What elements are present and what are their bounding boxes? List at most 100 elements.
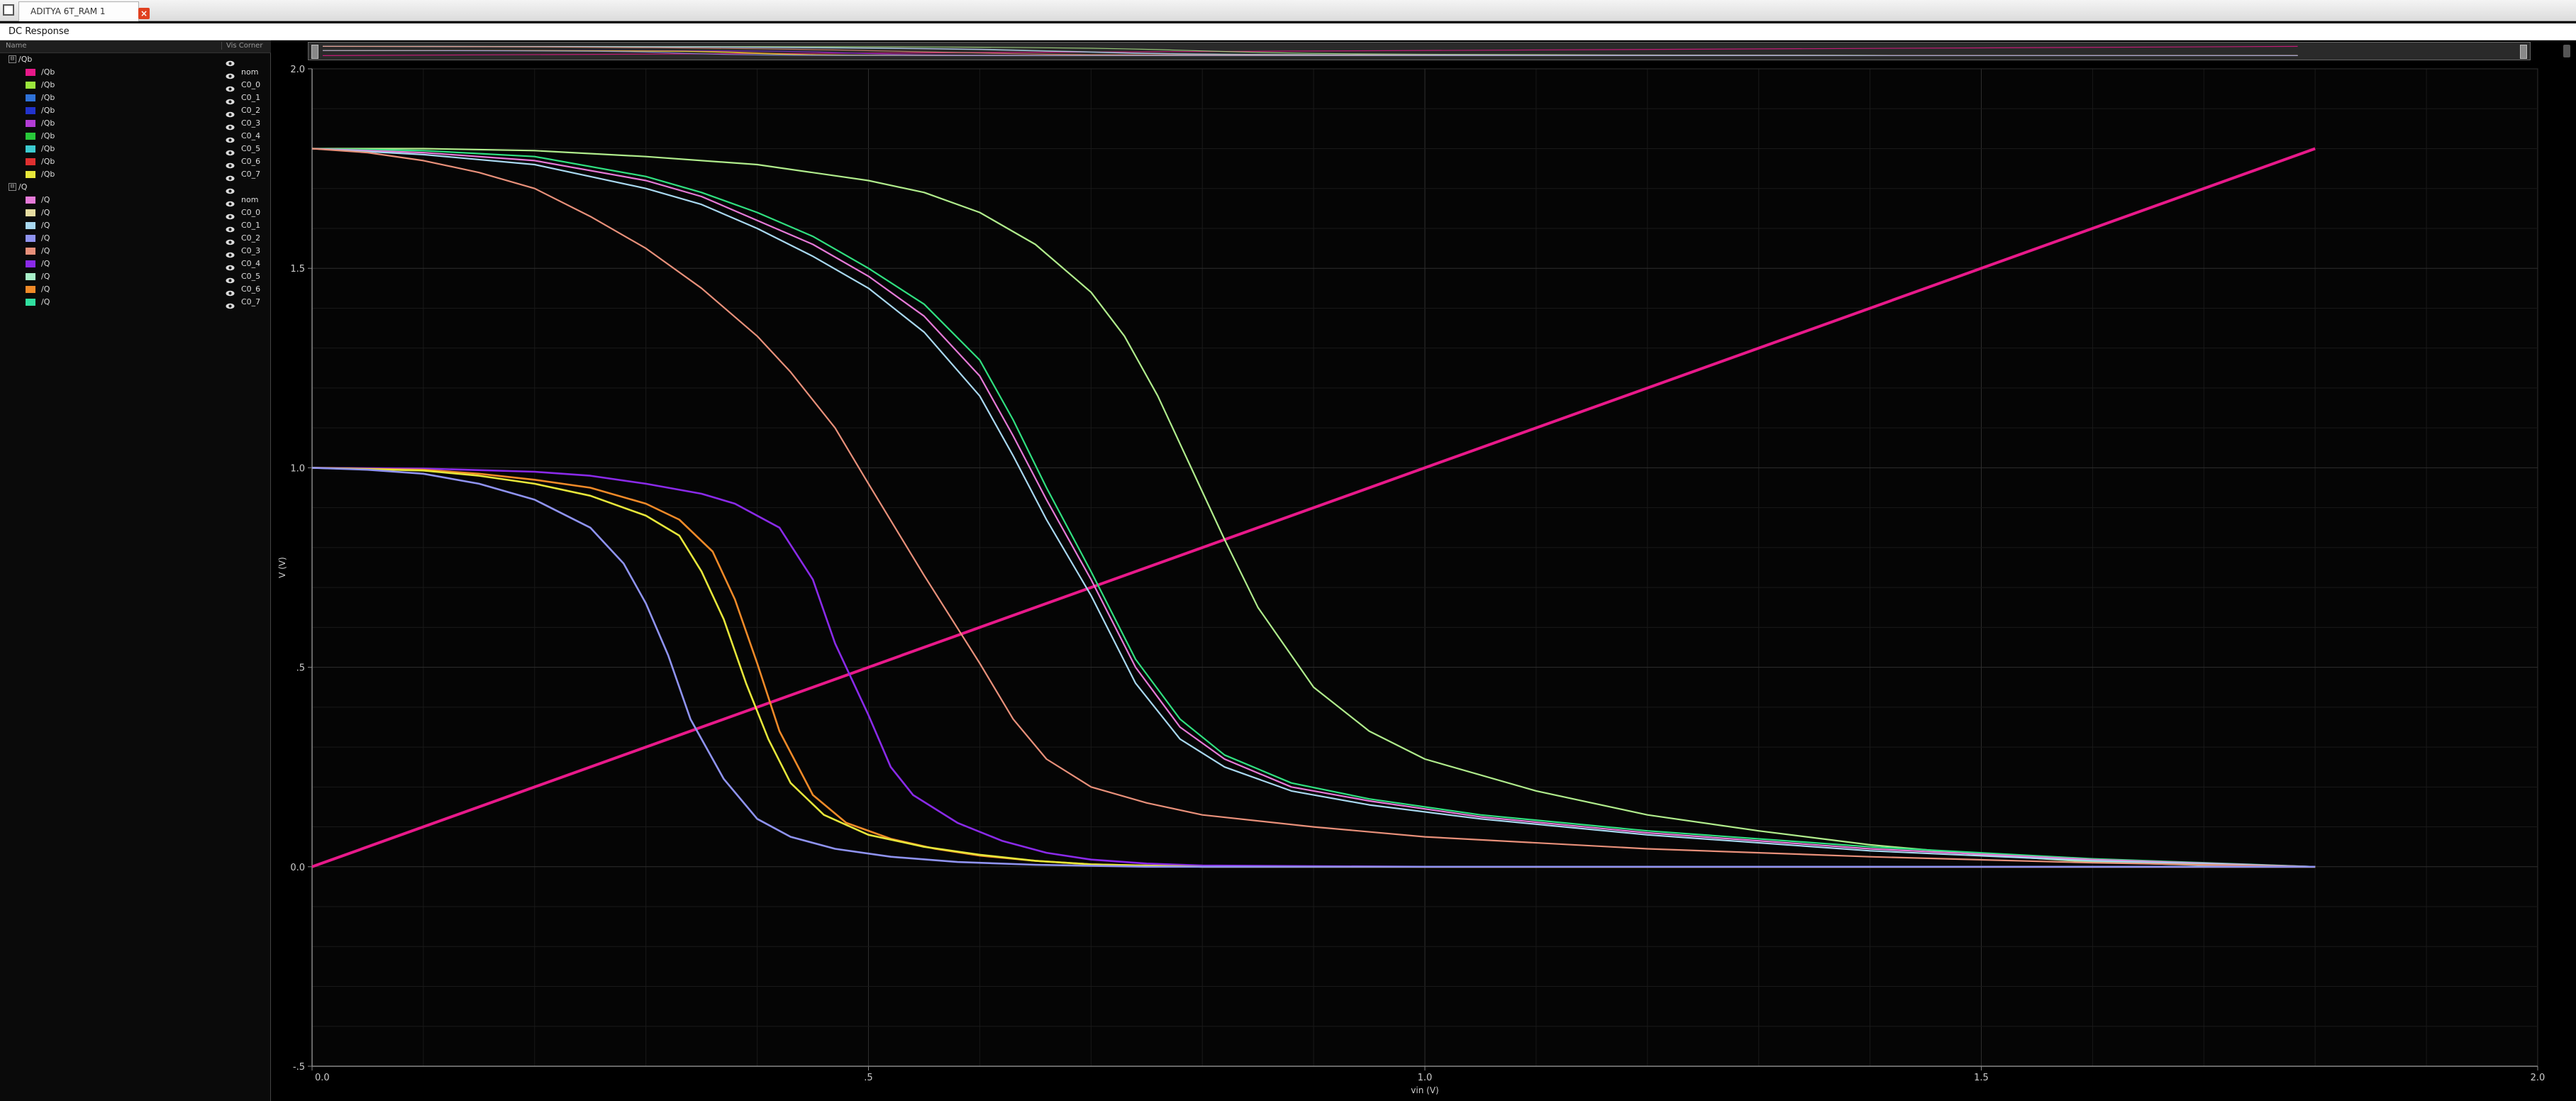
x-axis-label: vin (V) <box>1411 1085 1438 1095</box>
zoom-handle-left[interactable] <box>311 45 318 59</box>
signal-name: /Qb <box>41 80 55 89</box>
signal-row[interactable]: /Q C0_3 <box>0 245 271 258</box>
collapse-icon[interactable]: ⊟ <box>9 183 16 191</box>
y-tick-label: 1.5 <box>290 264 305 275</box>
signal-row[interactable]: /Qb C0_6 <box>0 155 271 169</box>
visibility-eye-icon[interactable] <box>226 286 235 297</box>
corner-name: nom <box>241 67 259 77</box>
signal-group[interactable]: ⊟/Qb <box>0 53 271 67</box>
color-swatch[interactable] <box>26 82 35 89</box>
signal-row[interactable]: /Qb C0_0 <box>0 79 271 92</box>
visibility-eye-icon[interactable] <box>226 260 235 271</box>
signal-name: /Qb <box>41 106 55 115</box>
corner-name: nom <box>241 195 259 204</box>
visibility-eye-icon[interactable] <box>226 235 235 245</box>
signal-row[interactable]: /Qb C0_4 <box>0 130 271 143</box>
color-swatch[interactable] <box>26 94 35 101</box>
signal-row[interactable]: /Qb C0_1 <box>0 92 271 105</box>
window-tab[interactable]: ADITYA 6T_RAM 1 × <box>18 1 150 21</box>
signal-row[interactable]: /Q C0_5 <box>0 270 271 284</box>
color-swatch[interactable] <box>26 222 35 229</box>
visibility-eye-icon[interactable] <box>226 133 235 143</box>
dc-response-chart[interactable]: 0.0 .5 1.0 1.5 2.0 -.5 0.0 .5 1.0 1.5 2.0 vin (V) V … <box>272 40 2576 1101</box>
signal-name: /Qb <box>41 170 55 179</box>
signal-name: /Qb <box>41 144 55 153</box>
color-swatch[interactable] <box>26 133 35 140</box>
corner-name: C0_4 <box>241 131 261 140</box>
zoom-handle-right[interactable] <box>2520 45 2527 59</box>
signal-name: /Q <box>41 272 50 281</box>
color-swatch[interactable] <box>26 273 35 280</box>
column-header-vis-corner[interactable]: Vis Corner <box>221 42 262 50</box>
signal-row[interactable]: /Q C0_1 <box>0 219 271 233</box>
visibility-eye-icon[interactable] <box>226 273 235 284</box>
corner-name: C0_1 <box>241 221 261 230</box>
column-header-name[interactable]: Name <box>6 42 27 50</box>
visibility-eye-icon[interactable] <box>226 158 235 169</box>
signal-row[interactable]: /Qb C0_5 <box>0 143 271 156</box>
color-swatch[interactable] <box>26 209 35 216</box>
panel-title: DC Response <box>9 26 70 37</box>
visibility-eye-icon[interactable] <box>226 56 235 67</box>
x-tick-label: 1.0 <box>1418 1073 1433 1083</box>
color-swatch[interactable] <box>26 171 35 178</box>
signal-name: /Q <box>41 297 50 306</box>
color-swatch[interactable] <box>26 260 35 267</box>
signal-row[interactable]: /Qb C0_2 <box>0 104 271 118</box>
signal-row[interactable]: /Q nom <box>0 194 271 207</box>
signal-row[interactable]: /Q C0_7 <box>0 296 271 309</box>
window-tab-label: ADITYA 6T_RAM 1 <box>30 6 106 16</box>
corner-name: C0_5 <box>241 144 261 153</box>
visibility-eye-icon[interactable] <box>226 107 235 118</box>
visibility-eye-icon[interactable] <box>226 94 235 105</box>
color-swatch[interactable] <box>26 286 35 293</box>
color-swatch[interactable] <box>26 235 35 242</box>
signal-row[interactable]: /Q C0_0 <box>0 206 271 220</box>
signal-row[interactable]: /Qb C0_3 <box>0 117 271 131</box>
color-swatch[interactable] <box>26 107 35 114</box>
corner-name: C0_7 <box>241 170 261 179</box>
signal-name: /Q <box>41 195 50 204</box>
zoom-overview-strip[interactable] <box>308 42 2531 60</box>
collapse-icon[interactable]: ⊟ <box>9 55 16 63</box>
visibility-eye-icon[interactable] <box>226 209 235 220</box>
color-swatch[interactable] <box>26 69 35 76</box>
browser-header: Name Vis Corner <box>0 40 271 53</box>
group-name: /Q <box>18 182 28 192</box>
visibility-eye-icon[interactable] <box>226 82 235 92</box>
plot-area[interactable]: 0.0 .5 1.0 1.5 2.0 -.5 0.0 .5 1.0 1.5 2.0 vin (V) V … <box>272 40 2576 1101</box>
color-swatch[interactable] <box>26 197 35 204</box>
signal-name: /Q <box>41 208 50 217</box>
visibility-eye-icon[interactable] <box>226 248 235 258</box>
signal-row[interactable]: /Q C0_6 <box>0 283 271 297</box>
signal-group[interactable]: ⊟/Q <box>0 181 271 194</box>
visibility-eye-icon[interactable] <box>226 69 235 79</box>
visibility-eye-icon[interactable] <box>226 184 235 194</box>
corner-name: C0_4 <box>241 259 261 268</box>
color-swatch[interactable] <box>26 145 35 153</box>
close-icon[interactable]: × <box>138 8 150 19</box>
color-swatch[interactable] <box>26 158 35 165</box>
visibility-eye-icon[interactable] <box>226 197 235 207</box>
visibility-eye-icon[interactable] <box>226 171 235 182</box>
signal-name: /Qb <box>41 67 55 77</box>
signal-name: /Q <box>41 221 50 230</box>
color-swatch[interactable] <box>26 248 35 255</box>
app-icon <box>3 4 14 16</box>
corner-name: C0_0 <box>241 80 261 89</box>
visibility-eye-icon[interactable] <box>226 145 235 156</box>
corner-name: C0_3 <box>241 118 261 128</box>
signal-row[interactable]: /Q C0_4 <box>0 258 271 271</box>
scrollbar-handle[interactable] <box>2563 45 2570 57</box>
visibility-eye-icon[interactable] <box>226 299 235 309</box>
color-swatch[interactable] <box>26 120 35 127</box>
signal-name: /Qb <box>41 118 55 128</box>
signal-row[interactable]: /Qb C0_7 <box>0 168 271 182</box>
visibility-eye-icon[interactable] <box>226 222 235 233</box>
signal-row[interactable]: /Qb nom <box>0 66 271 79</box>
signal-row[interactable]: /Q C0_2 <box>0 232 271 245</box>
corner-name: C0_7 <box>241 297 261 306</box>
color-swatch[interactable] <box>26 299 35 306</box>
corner-name: C0_0 <box>241 208 261 217</box>
visibility-eye-icon[interactable] <box>226 120 235 131</box>
